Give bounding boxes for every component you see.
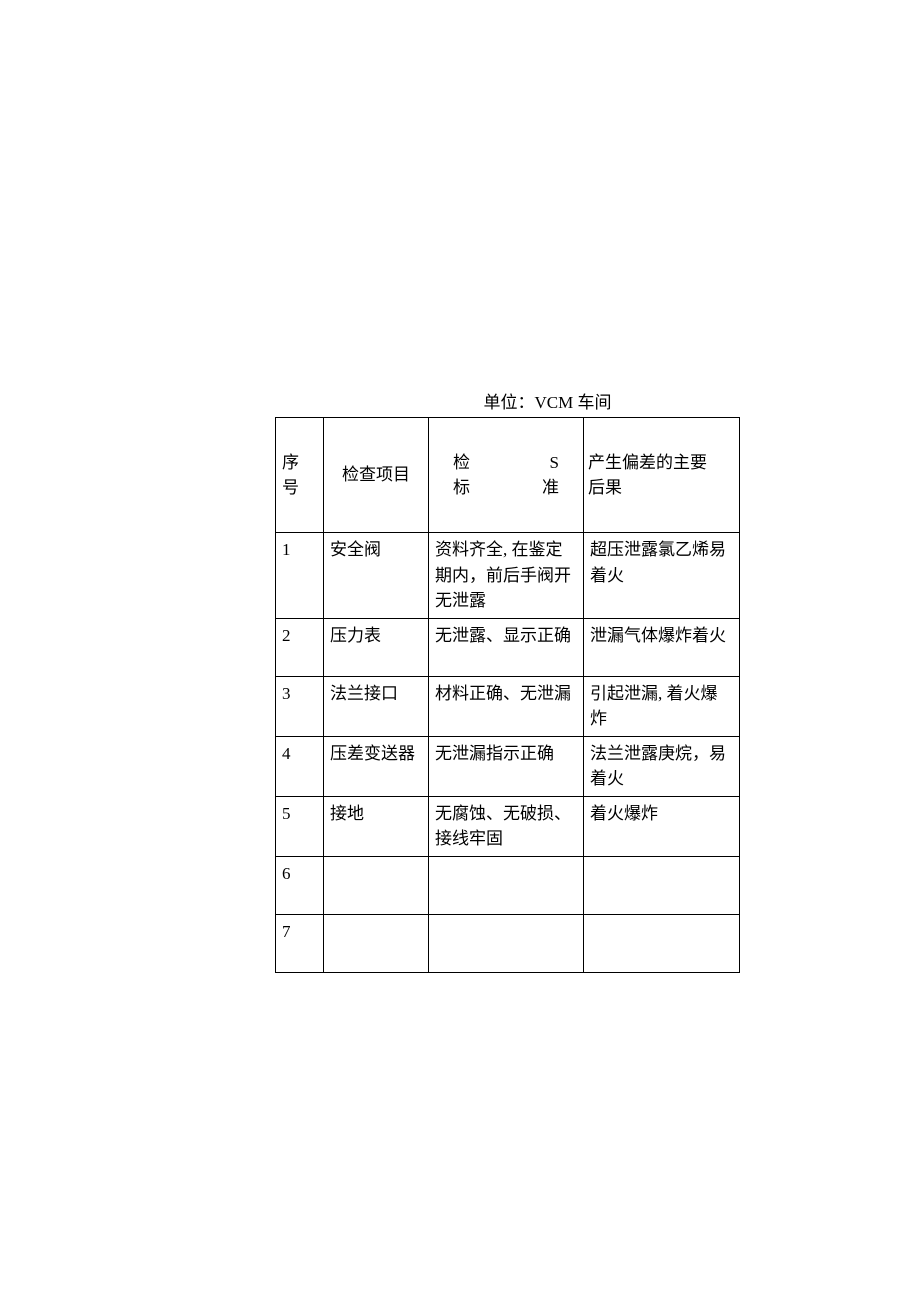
cell-seq: 6 [276, 856, 324, 914]
cell-std: 无泄漏指示正确 [429, 736, 584, 796]
cell-std [429, 856, 584, 914]
cell-result [584, 856, 740, 914]
cell-item: 法兰接口 [324, 676, 429, 736]
cell-item [324, 914, 429, 972]
cell-result [584, 914, 740, 972]
cell-result: 引起泄漏, 着火爆炸 [584, 676, 740, 736]
header-seq-char1: 序 [282, 450, 317, 476]
cell-result: 着火爆炸 [584, 796, 740, 856]
header-result-line2: 后果 [588, 475, 733, 501]
cell-item: 压力表 [324, 618, 429, 676]
table-title: 单位：VCM 车间 [275, 388, 740, 413]
document-page: 单位：VCM 车间 序 号 检查项目 检 S 标 准 产生偏差的主要 后果 [0, 0, 920, 973]
header-item: 检查项目 [324, 418, 429, 533]
cell-item: 安全阀 [324, 533, 429, 619]
header-sequence: 序 号 [276, 418, 324, 533]
cell-item: 压差变送器 [324, 736, 429, 796]
cell-std: 资料齐全, 在鉴定期内，前后手阀开无泄露 [429, 533, 584, 619]
cell-std: 材料正确、无泄漏 [429, 676, 584, 736]
header-std-char1: 检 [453, 450, 470, 476]
inspection-table: 序 号 检查项目 检 S 标 准 产生偏差的主要 后果 1 安全阀 [275, 417, 740, 973]
header-std-char4: 准 [542, 475, 559, 501]
header-std-char2: S [550, 450, 559, 476]
cell-std: 无腐蚀、无破损、接线牢固 [429, 796, 584, 856]
cell-seq: 7 [276, 914, 324, 972]
cell-std: 无泄露、显示正确 [429, 618, 584, 676]
cell-item [324, 856, 429, 914]
header-standard: 检 S 标 准 [429, 418, 584, 533]
cell-seq: 4 [276, 736, 324, 796]
table-row: 6 [276, 856, 740, 914]
header-result: 产生偏差的主要 后果 [584, 418, 740, 533]
cell-item: 接地 [324, 796, 429, 856]
header-result-line1: 产生偏差的主要 [588, 450, 733, 476]
cell-seq: 1 [276, 533, 324, 619]
cell-std [429, 914, 584, 972]
table-row: 2 压力表 无泄露、显示正确 泄漏气体爆炸着火 [276, 618, 740, 676]
table-header-row: 序 号 检查项目 检 S 标 准 产生偏差的主要 后果 [276, 418, 740, 533]
cell-seq: 2 [276, 618, 324, 676]
table-row: 5 接地 无腐蚀、无破损、接线牢固 着火爆炸 [276, 796, 740, 856]
cell-seq: 3 [276, 676, 324, 736]
header-std-char3: 标 [453, 475, 470, 501]
table-row: 3 法兰接口 材料正确、无泄漏 引起泄漏, 着火爆炸 [276, 676, 740, 736]
cell-result: 超压泄露氯乙烯易着火 [584, 533, 740, 619]
table-row: 4 压差变送器 无泄漏指示正确 法兰泄露庚烷，易着火 [276, 736, 740, 796]
cell-result: 法兰泄露庚烷，易着火 [584, 736, 740, 796]
cell-seq: 5 [276, 796, 324, 856]
table-row: 1 安全阀 资料齐全, 在鉴定期内，前后手阀开无泄露 超压泄露氯乙烯易着火 [276, 533, 740, 619]
cell-result: 泄漏气体爆炸着火 [584, 618, 740, 676]
header-seq-char2: 号 [282, 475, 317, 501]
table-row: 7 [276, 914, 740, 972]
